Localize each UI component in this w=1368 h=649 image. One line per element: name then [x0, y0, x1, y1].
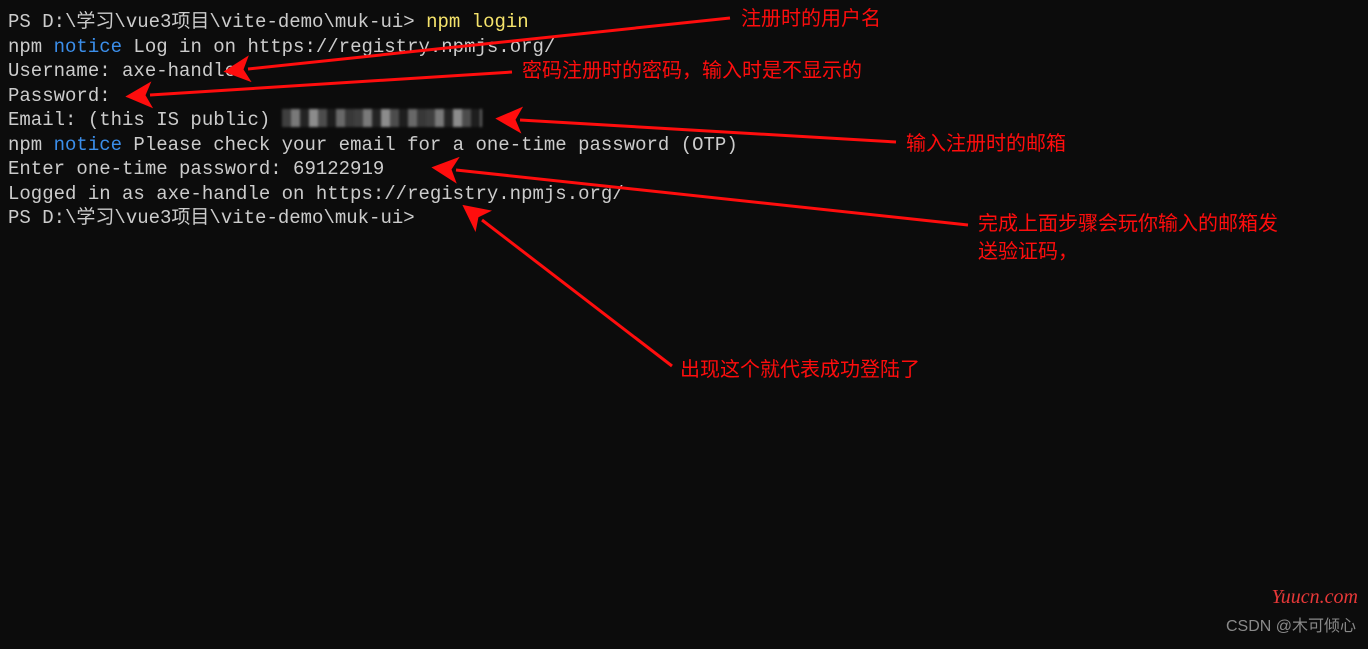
notice-keyword: notice: [54, 36, 122, 58]
annotation-otp: 完成上面步骤会玩你输入的邮箱发 送验证码，: [978, 210, 1278, 266]
output-line: npm notice Log in on https://registry.np…: [8, 36, 555, 58]
redacted-email: [282, 109, 482, 127]
annotation-email: 输入注册时的邮箱: [906, 130, 1066, 158]
output-line: npm notice Please check your email for a…: [8, 134, 738, 156]
annotation-username: 注册时的用户名: [741, 5, 881, 33]
output-line-loggedin: Logged in as axe-handle on https://regis…: [8, 183, 624, 205]
annotation-success: 出现这个就代表成功登陆了: [680, 356, 920, 384]
typed-command[interactable]: npm login: [426, 11, 529, 33]
watermark-csdn: CSDN @木可倾心: [1226, 615, 1356, 640]
ps-prompt[interactable]: PS D:\学习\vue3项目\vite-demo\muk-ui>: [8, 207, 415, 229]
terminal-output: PS D:\学习\vue3项目\vite-demo\muk-ui> npm lo…: [8, 10, 738, 231]
output-line-email: Email: (this IS public): [8, 109, 482, 131]
notice-keyword: notice: [54, 134, 122, 156]
output-line-password: Password:: [8, 85, 111, 107]
ps-prompt: PS D:\学习\vue3项目\vite-demo\muk-ui> npm lo…: [8, 11, 529, 33]
watermark-yuucn: Yuucn.com: [1272, 585, 1358, 610]
output-line-otp: Enter one-time password: 69122919: [8, 158, 384, 180]
output-line-username: Username: axe-handle: [8, 60, 236, 82]
annotation-password: 密码注册时的密码，输入时是不显示的: [522, 57, 862, 85]
